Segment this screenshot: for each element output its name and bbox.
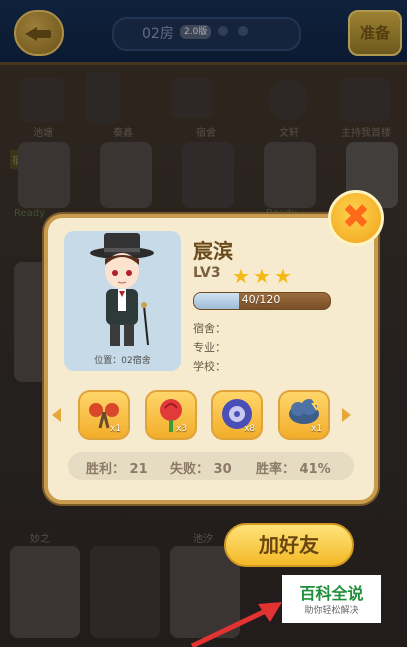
player-name: 宸滨 — [193, 239, 233, 263]
rose-icon — [160, 399, 182, 432]
item-slot[interactable] — [278, 390, 330, 440]
wins-stat: 胜利： 21 — [86, 462, 148, 477]
item-slot[interactable] — [211, 390, 263, 440]
dorm-label: 宿舍： — [193, 322, 226, 335]
item-count: x8 — [244, 424, 256, 434]
red-arrow-icon — [190, 602, 282, 647]
gentleman-avatar-icon — [90, 233, 154, 346]
star-icon: ★ — [274, 264, 292, 288]
add-friend-button[interactable]: 加好友 — [224, 523, 354, 567]
major-label: 专业： — [193, 341, 226, 354]
watermark-subtitle: 助你轻松解决 — [304, 606, 359, 616]
items-prev-arrow-icon[interactable] — [52, 408, 61, 422]
location-text: 位置：02宿舍 — [94, 356, 151, 366]
experience-text: 40/120 — [241, 293, 281, 306]
close-icon[interactable]: ✖ — [328, 190, 384, 246]
player-level: LV3 — [193, 265, 221, 281]
losses-stat: 失败： 30 — [170, 462, 232, 477]
item-count: x1 — [110, 424, 122, 434]
win-rate-stat: 胜率： 41% — [256, 462, 331, 477]
item-slot[interactable] — [78, 390, 130, 440]
character-portrait — [64, 231, 181, 371]
star-icon: ★ — [232, 264, 250, 288]
items-next-arrow-icon[interactable] — [342, 408, 351, 422]
watermark-title: 百科全说 — [299, 584, 364, 603]
item-count: x1 — [311, 424, 323, 434]
school-label: 学校： — [193, 360, 226, 373]
star-icon: ★ — [253, 264, 271, 288]
item-count: x3 — [176, 424, 188, 434]
item-slot[interactable] — [145, 390, 197, 440]
